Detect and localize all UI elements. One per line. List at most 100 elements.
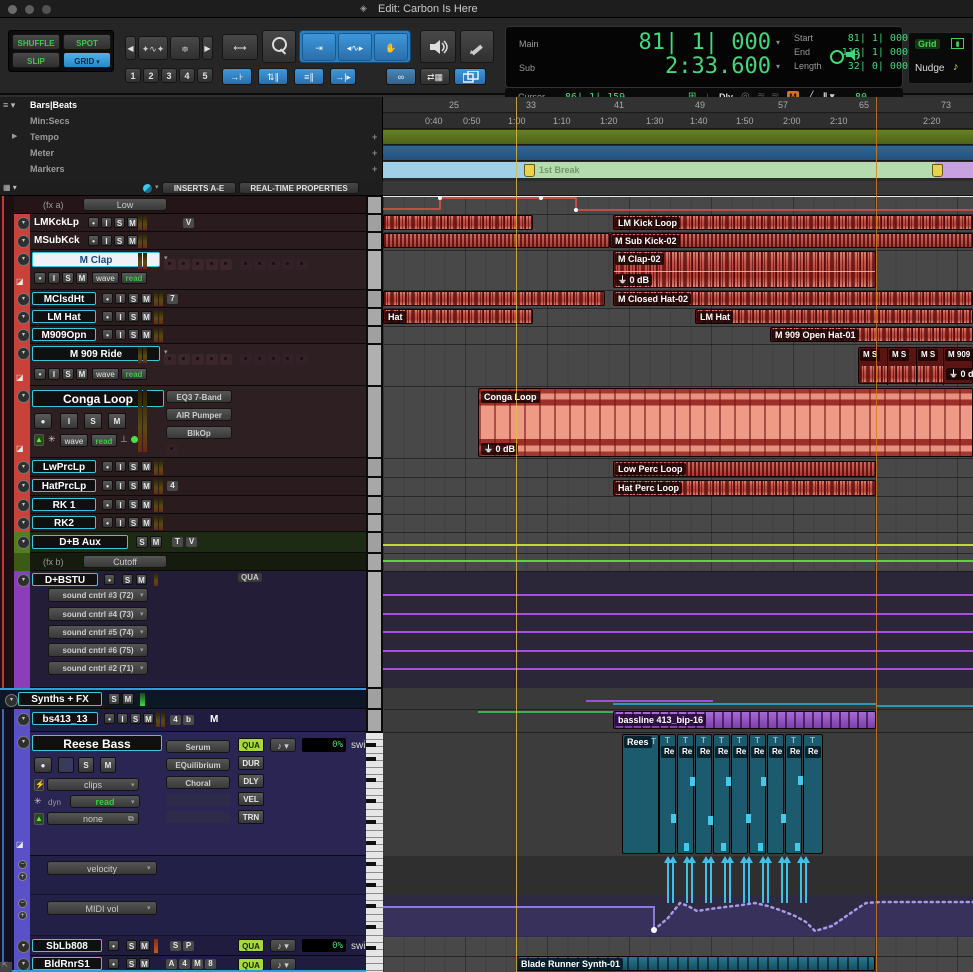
midi-note[interactable] — [761, 777, 766, 786]
solo-button[interactable]: S — [122, 574, 133, 585]
chevron-down-icon[interactable]: ▾ — [140, 591, 144, 599]
dbstu-cc-line-1[interactable] — [383, 594, 973, 596]
midi-patch-label[interactable]: M — [210, 714, 218, 725]
swing-value-display[interactable]: 0% — [302, 939, 346, 952]
automation-mode-button[interactable]: read — [91, 434, 117, 447]
solo-button[interactable]: S — [114, 217, 125, 228]
track-view-selector[interactable]: wave — [92, 368, 119, 380]
track-row-rk1[interactable]: ▾ RK 1 • I S M — [14, 496, 366, 514]
insert-slot-badge-m[interactable]: M — [192, 959, 203, 969]
clip-re-7[interactable]: TRe — [767, 734, 784, 854]
dbaux-automation-line-1[interactable] — [383, 544, 973, 546]
clip-sub-kick[interactable]: M Sub Kick-02 — [610, 233, 973, 248]
send-slot-c[interactable] — [268, 259, 280, 270]
monitor-speaker-icon[interactable] — [846, 48, 864, 62]
insert-b-plugin[interactable]: EQuilibrium — [166, 758, 230, 771]
nudge-label[interactable]: Nudge — [915, 63, 944, 74]
zoomer-tool-button[interactable] — [262, 30, 296, 63]
track-collapse-button[interactable]: ▾ — [17, 329, 30, 342]
mute-button[interactable]: M — [141, 517, 152, 528]
track-row-lmkcklp[interactable]: ▾ LMKckLp • I S M V — [14, 214, 366, 232]
clip-blade-runner[interactable]: Blade Runner Synth-01 — [516, 956, 875, 971]
chevron-down-icon[interactable]: ▾ — [140, 646, 144, 654]
mute-button[interactable]: M — [76, 272, 88, 284]
rtp-column-header[interactable]: REAL-TIME PROPERTIES — [239, 182, 359, 194]
inserts-column-header[interactable]: INSERTS A-E — [162, 182, 236, 194]
send-slot-b[interactable] — [254, 354, 266, 365]
insert-slot-badge-8[interactable]: 8 — [205, 959, 216, 969]
clip-lm-kick-left[interactable] — [383, 215, 533, 230]
insert-slot-badge-p[interactable]: P — [183, 941, 194, 951]
input-monitor-button[interactable]: I — [60, 413, 78, 429]
input-gain-icon[interactable]: ⊥ — [120, 434, 128, 445]
midi-input-selector[interactable]: none — [47, 812, 139, 825]
tab-to-transient-button[interactable]: →⊦ — [222, 68, 252, 85]
rtp-delay-button[interactable]: DLY — [238, 774, 264, 788]
track-name[interactable]: D+B Aux — [32, 535, 128, 549]
solo-button[interactable]: S — [62, 272, 74, 284]
zoom-in-arrow-button[interactable]: ▶ — [202, 36, 213, 60]
clip-m-clap[interactable]: M Clap-02⏚ 0 dB — [613, 251, 876, 288]
solo-button[interactable]: S — [128, 461, 139, 472]
insert-b-plugin[interactable]: AIR Pumper — [166, 408, 232, 421]
record-arm-button[interactable]: • — [102, 480, 113, 491]
tempo-add-button[interactable]: + — [372, 132, 377, 142]
clip-bassline[interactable]: bassline 413_bip-16 — [613, 711, 876, 729]
mute-button[interactable]: M — [122, 693, 134, 705]
ruler-list-icon[interactable]: ≡ ▾ — [3, 100, 15, 111]
midi-note[interactable] — [795, 843, 800, 851]
record-arm-button[interactable]: ● — [34, 413, 52, 429]
tempo-expand-arrow[interactable]: ▶ — [12, 132, 17, 140]
solo-button[interactable]: S — [128, 517, 139, 528]
insert-slot-badge-4[interactable]: 4 — [179, 959, 190, 969]
mute-button[interactable]: M — [127, 235, 138, 246]
send-slot-a[interactable] — [240, 259, 252, 270]
send-slot-d[interactable] — [282, 259, 294, 270]
mute-button[interactable]: M — [141, 499, 152, 510]
track-collapse-button[interactable]: ▾ — [17, 461, 30, 474]
send-slot-e[interactable] — [296, 259, 308, 270]
track-row-bs413[interactable]: ▾ bs413_13 • I S M 4 b M — [14, 709, 366, 732]
dbaux-automation-line-2[interactable] — [383, 560, 973, 562]
elastic-audio-icon[interactable]: ▲ — [34, 434, 44, 446]
dbstu-cc-line-5[interactable] — [383, 668, 973, 670]
track-row-sblb808[interactable]: ▾ SbLb808 • S M S P QUA ♪ ▾ 0% swing — [14, 936, 366, 956]
dbstu-cc-line-2[interactable] — [383, 613, 973, 615]
track-collapse-button[interactable]: ▾ — [17, 390, 30, 403]
input-monitor-button[interactable]: I — [48, 368, 60, 380]
rtp-quantize-button[interactable]: QUA — [238, 738, 264, 752]
midi-note[interactable] — [746, 814, 751, 823]
clip-hat-perc[interactable]: Hat Perc Loop — [613, 480, 876, 496]
track-row-m909opn[interactable]: ▾ M909Opn • I S M — [14, 326, 366, 344]
chevron-down-icon[interactable]: ▾ — [147, 904, 151, 912]
main-counter-dropdown[interactable]: ▾ — [776, 38, 780, 47]
record-arm-button[interactable]: • — [102, 329, 113, 340]
insert-a-plugin[interactable]: Serum — [166, 740, 230, 753]
midi-note[interactable] — [708, 816, 713, 825]
patch-lightning-icon[interactable]: ⚡ — [34, 779, 44, 791]
insert-slot-badge-4[interactable]: 4 — [170, 715, 181, 725]
midi-note[interactable] — [798, 776, 803, 785]
record-arm-button[interactable]: • — [88, 217, 99, 228]
insert-slot-e[interactable] — [220, 354, 232, 365]
traffic-zoom-button[interactable] — [42, 5, 51, 14]
velocity-lane-header[interactable]: − + velocity▾ — [14, 856, 366, 895]
clip-re-6[interactable]: TRe — [749, 734, 766, 854]
track-collapse-button[interactable]: ▾ — [17, 517, 30, 530]
controller-lane-3[interactable]: sound cntrl #5 (74) — [48, 625, 148, 639]
ruler-bars-label[interactable]: Bars|Beats — [30, 100, 77, 110]
zoom-preset-2-button[interactable]: 2 — [143, 68, 159, 83]
input-monitor-button[interactable]: I — [115, 461, 126, 472]
sub-counter-value[interactable]: 2:33.600 — [561, 54, 771, 79]
sub-counter-dropdown[interactable]: ▾ — [776, 62, 780, 71]
track-row-msubkck[interactable]: ▾ MSubKck • I S M — [14, 232, 366, 250]
record-arm-button[interactable]: • — [102, 517, 113, 528]
track-name[interactable]: RK2 — [32, 516, 96, 529]
track-row-lwprclp[interactable]: ▾ LwPrcLp • I S M — [14, 458, 366, 477]
track-row-reesebass[interactable]: ▾ ◪ Reese Bass ▾ ● S M ⚡ clips▾ ✳ dyn re… — [14, 732, 366, 856]
solo-button[interactable]: S — [84, 413, 102, 429]
solo-button[interactable]: S — [130, 713, 141, 724]
track-name[interactable]: LM Hat — [32, 310, 96, 323]
input-monitor-button[interactable]: I — [101, 235, 112, 246]
insert-slot-a[interactable] — [164, 354, 176, 365]
